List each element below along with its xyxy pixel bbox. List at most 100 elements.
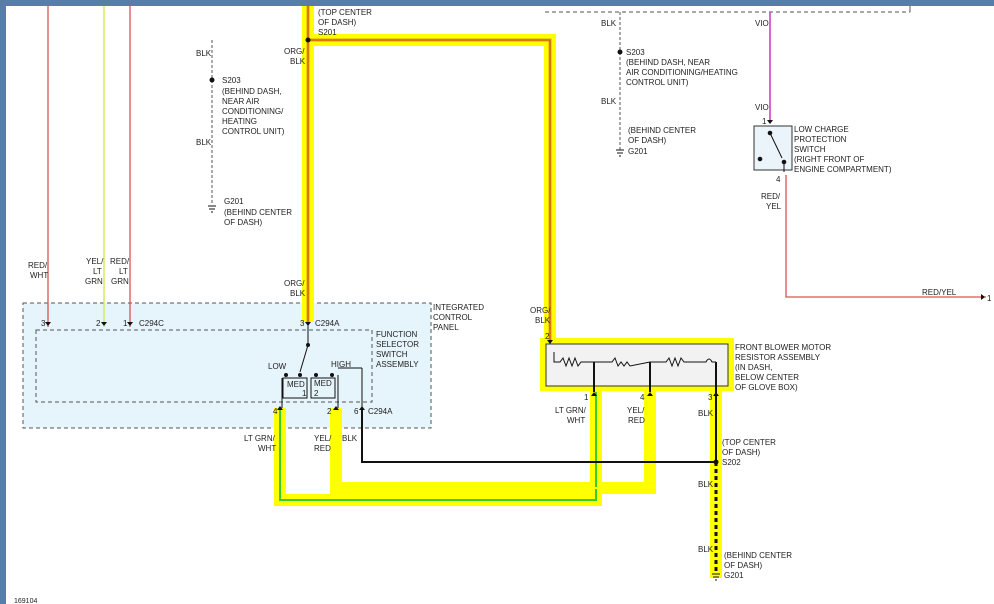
- resistor-label-4: BELOW CENTER: [735, 373, 799, 382]
- icp-orgblk-2: BLK: [290, 289, 306, 298]
- icp-pin-bottom-2: 2: [327, 407, 332, 416]
- bottom-yelred-2: RED: [314, 444, 331, 453]
- left-ground-loc-2: OF DASH): [224, 218, 263, 227]
- switch-pos-high: HIGH: [331, 360, 351, 369]
- red-yel-exit-pin: 1: [987, 294, 992, 303]
- s202-wire-ground: BLK: [698, 545, 714, 554]
- left-splice-loc-3: CONDITIONING/: [222, 107, 284, 116]
- resistor-yelred-1: YEL/: [627, 406, 645, 415]
- resistor-wire-in-2: BLK: [535, 316, 551, 325]
- left-splice-loc-4: HEATING: [222, 117, 257, 126]
- resistor-yelred-2: RED: [628, 416, 645, 425]
- icp-pin-left-3: 3: [41, 319, 46, 328]
- splice-s202-dot: [713, 459, 719, 465]
- lcs-label-2: PROTECTION: [794, 135, 847, 144]
- s202-wire-below: BLK: [698, 480, 714, 489]
- icp-connector-left: C294C: [139, 319, 164, 328]
- resistor-pin-4: 4: [640, 393, 645, 402]
- left-wire-1-line2: WHT: [30, 271, 48, 280]
- left-splice-wire-top: BLK: [196, 49, 212, 58]
- diagram-id: 169104: [14, 598, 37, 604]
- bottom-ltgrn-1: LT GRN/: [244, 434, 276, 443]
- top-splice-loc-1: (TOP CENTER: [318, 8, 372, 17]
- switch-label-2: SELECTOR: [376, 340, 419, 349]
- mid-ground-id: G201: [628, 147, 648, 156]
- highlight-orgblk-path: [302, 6, 556, 340]
- bottom-blk: BLK: [342, 434, 358, 443]
- s202-ground-loc-2: OF DASH): [724, 561, 763, 570]
- mid-splice-loc-2: AIR CONDITIONING/HEATING: [626, 68, 738, 77]
- lcs-label-5: ENGINE COMPARTMENT): [794, 165, 892, 174]
- lcs-pin-bottom: 4: [776, 175, 781, 184]
- icp-connector-mid: C294A: [315, 319, 340, 328]
- switch-label-1: FUNCTION: [376, 330, 418, 339]
- switch-pos-med2-n: 2: [314, 389, 319, 398]
- splice-s203-left-dot: [209, 77, 215, 83]
- switch-pos-med2: MED: [314, 379, 332, 388]
- bottom-ltgrn-2: WHT: [258, 444, 276, 453]
- s202-id: S202: [722, 458, 741, 467]
- lcs-pin-top: 1: [762, 117, 767, 126]
- resistor-ltgrn-2: WHT: [567, 416, 585, 425]
- icp-label-2: CONTROL: [433, 313, 473, 322]
- mid-splice-wire-bottom: BLK: [601, 97, 617, 106]
- bottom-yelred-1: YEL/: [314, 434, 332, 443]
- icp-pin-left-1: 1: [123, 319, 128, 328]
- icp-label-1: INTEGRATED: [433, 303, 484, 312]
- red-yel-exit-label: RED/YEL: [922, 288, 957, 297]
- left-splice-id: S203: [222, 76, 241, 85]
- resistor-pin-in: 2: [545, 332, 550, 341]
- wire-orgblk: [306, 6, 552, 342]
- icp-connector-bottom: C294A: [368, 407, 393, 416]
- s202-loc-1: (TOP CENTER: [722, 438, 776, 447]
- wire-red-yel: [785, 175, 986, 298]
- vio-wire-pin-label: VIO: [755, 103, 769, 112]
- left-wire-1-line1: RED/: [28, 261, 48, 270]
- ground-g201-left: [208, 205, 216, 213]
- s202-ground-loc-1: (BEHIND CENTER: [724, 551, 792, 560]
- top-splice-wire-1: ORG/: [284, 47, 305, 56]
- mid-ground-loc-2: OF DASH): [628, 136, 667, 145]
- lcs-wire-bottom-2: YEL: [766, 202, 782, 211]
- resistor-label-1: FRONT BLOWER MOTOR: [735, 343, 831, 352]
- icp-label-3: PANEL: [433, 323, 459, 332]
- splice-s203-mid-dot: [617, 49, 623, 55]
- icp-pin-bottom-6: 6: [354, 407, 359, 416]
- left-splice-wire-bottom: BLK: [196, 138, 212, 147]
- left-splice-loc-2: NEAR AIR: [222, 97, 260, 106]
- left-wire-3-line3: GRN: [111, 277, 129, 286]
- s202-loc-2: OF DASH): [722, 448, 761, 457]
- low-charge-switch-box: [753, 125, 793, 171]
- resistor-label-5: OF GLOVE BOX): [735, 383, 798, 392]
- vio-wire-top: VIO: [755, 19, 769, 28]
- switch-pos-med1-n: 1: [302, 389, 307, 398]
- resistor-blk: BLK: [698, 409, 714, 418]
- left-splice-loc-5: CONTROL UNIT): [222, 127, 285, 136]
- lcs-label-4: (RIGHT FRONT OF: [794, 155, 864, 164]
- switch-pos-low: LOW: [268, 362, 287, 371]
- resistor-pin-3: 3: [708, 393, 713, 402]
- wiring-diagram: BLK S203 (BEHIND DASH, NEAR AIR CONDITIO…: [14, 6, 992, 604]
- resistor-wire-in-1: ORG/: [530, 306, 551, 315]
- lcs-label-1: LOW CHARGE: [794, 125, 849, 134]
- resistor-label-2: RESISTOR ASSEMBLY: [735, 353, 821, 362]
- icp-pin-left-2: 2: [96, 319, 101, 328]
- icp-pin-bottom-4: 4: [273, 407, 278, 416]
- lcs-label-3: SWITCH: [794, 145, 826, 154]
- mid-splice-wire-top: BLK: [601, 19, 617, 28]
- left-wire-3-line2: LT: [119, 267, 128, 276]
- icp-orgblk-1: ORG/: [284, 279, 305, 288]
- resistor-label-3: (IN DASH,: [735, 363, 772, 372]
- top-splice-id: S201: [318, 28, 337, 37]
- lcs-wire-bottom-1: RED/: [761, 192, 781, 201]
- switch-pos-med1: MED: [287, 380, 305, 389]
- left-splice-loc-1: (BEHIND DASH,: [222, 87, 282, 96]
- mid-ground-loc-1: (BEHIND CENTER: [628, 126, 696, 135]
- top-splice-wire-2: BLK: [290, 57, 306, 66]
- ground-g201-mid: [616, 149, 624, 157]
- splice-s201-dot: [305, 37, 311, 43]
- left-wire-2-line3: GRN: [85, 277, 103, 286]
- left-ground-id: G201: [224, 197, 244, 206]
- resistor-pin-1: 1: [584, 393, 589, 402]
- left-wire-3-line1: RED/: [110, 257, 130, 266]
